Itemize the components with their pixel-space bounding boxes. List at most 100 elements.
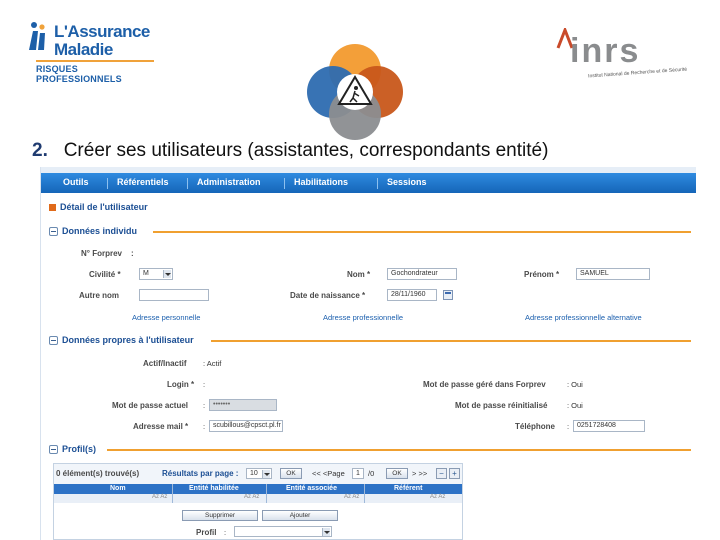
prenom-field[interactable]: SAMUEL (576, 268, 650, 280)
menu-separator (107, 178, 108, 189)
menu-bar: Outils Référentiels Administration Habil… (41, 173, 696, 193)
actif-value: : Actif (203, 359, 222, 368)
safety-circles-logo (305, 40, 405, 142)
collapse-icon[interactable] (49, 445, 58, 454)
forprev-label: N° Forprev (81, 249, 122, 258)
nom-field[interactable]: Gochondrateur (387, 268, 457, 280)
profil-label: Profil (196, 528, 217, 537)
inrs-wordmark: inrs (570, 32, 641, 70)
per-page-ok-button[interactable]: OK (280, 468, 302, 479)
naissance-label: Date de naissance * (290, 291, 366, 300)
tel-separator: : (567, 422, 570, 431)
reset-icon[interactable]: − (436, 468, 447, 479)
reinit-label: Mot de passe réinitialisé (455, 401, 548, 410)
chevron-down-icon (262, 470, 270, 478)
detail-title: Détail de l'utilisateur (60, 202, 148, 212)
sort-entite-habilitee[interactable]: Az Az (244, 494, 259, 500)
section-divider (211, 340, 691, 342)
column-divider (364, 484, 365, 503)
sort-nom[interactable]: Az Az (152, 494, 167, 500)
inrs-logo: inrs Institut National de Recherche et d… (548, 22, 698, 82)
naissance-field[interactable]: 28/11/1960 (387, 289, 437, 301)
chevron-down-icon (322, 528, 330, 536)
login-label: Login * (167, 380, 195, 389)
mdp-field[interactable]: ••••••• (209, 399, 277, 411)
nom-label: Nom * (347, 270, 371, 279)
profil-select[interactable] (234, 526, 332, 537)
collapse-icon[interactable] (49, 336, 58, 345)
link-adresse-professionnelle[interactable]: Adresse professionnelle (323, 313, 403, 322)
page-total: /0 (368, 469, 375, 478)
reinit-value-text: Oui (571, 401, 583, 410)
section-divider (107, 449, 691, 451)
col-nom[interactable]: Nom (110, 485, 126, 492)
results-count: 0 élément(s) trouvé(s) (56, 469, 140, 478)
profils-table: 0 élément(s) trouvé(s) Résultats par pag… (53, 463, 463, 540)
civilite-select[interactable]: M (139, 268, 173, 280)
logo-text-line2: Maladie (54, 40, 113, 59)
actif-value-text: Actif (206, 359, 222, 368)
mail-separator: : (203, 422, 206, 431)
section-user-title: Données propres à l'utilisateur (62, 335, 194, 345)
actif-label: Actif/Inactif (143, 359, 187, 368)
mdp-separator: : (203, 401, 206, 410)
link-adresse-personnelle[interactable]: Adresse personnelle (132, 313, 200, 322)
logo-divider (36, 60, 154, 62)
link-adresse-alternative[interactable]: Adresse professionnelle alternative (525, 313, 642, 322)
sort-referent[interactable]: Az Az (430, 494, 445, 500)
mdp-label: Mot de passe actuel (112, 401, 189, 410)
page-input[interactable]: 1 (352, 468, 364, 479)
sort-entite-associee[interactable]: Az Az (344, 494, 359, 500)
col-referent[interactable]: Référent (394, 485, 422, 492)
menu-separator (377, 178, 378, 189)
page-ok-button[interactable]: OK (386, 468, 408, 479)
section-divider (153, 231, 691, 233)
menu-outils[interactable]: Outils (63, 177, 89, 187)
col-entite-associee[interactable]: Entité associée (286, 485, 337, 492)
menu-administration[interactable]: Administration (197, 177, 261, 187)
gere-value-text: Oui (571, 380, 583, 389)
slide-title-number: 2. (32, 140, 48, 161)
column-divider (266, 484, 267, 503)
reinit-value: : Oui (567, 401, 583, 410)
menu-separator (284, 178, 285, 189)
calendar-icon[interactable] (443, 290, 453, 300)
supprimer-button[interactable]: Supprimer (182, 510, 258, 521)
column-divider (172, 484, 173, 503)
autre-nom-field[interactable] (139, 289, 209, 301)
page-next-nav[interactable]: > >> (412, 469, 427, 478)
logo-text-line1: L'Assurance (54, 22, 150, 41)
slide-title-text: Créer ses utilisateurs (assistantes, cor… (63, 140, 549, 161)
menu-referentiels[interactable]: Référentiels (117, 177, 169, 187)
prenom-label: Prénom * (524, 270, 560, 279)
assurance-maladie-logo: L'Assurance Maladie RISQUES PROFESSIONNE… (26, 18, 156, 84)
per-page-label: Résultats par page : (162, 469, 239, 478)
people-icon (29, 22, 45, 50)
profil-separator: : (224, 528, 227, 537)
chevron-down-icon (163, 270, 171, 278)
civilite-label: Civilité * (89, 270, 121, 279)
per-page-value: 10 (250, 470, 258, 477)
forprev-separator: : (131, 249, 134, 258)
tel-label: Téléphone (515, 422, 556, 431)
menu-sessions[interactable]: Sessions (387, 177, 427, 187)
col-entite-habilitee[interactable]: Entité habilitée (189, 485, 239, 492)
per-page-select[interactable]: 10 (246, 468, 272, 479)
menu-separator (187, 178, 188, 189)
slide-title: 2. Créer ses utilisateurs (assistantes, … (32, 140, 548, 162)
mail-field[interactable]: scubillous@cpsct.pl.fr (209, 420, 283, 432)
collapse-icon[interactable] (49, 227, 58, 236)
page-prev-nav[interactable]: << <Page (312, 469, 345, 478)
mail-label: Adresse mail * (133, 422, 189, 431)
ajouter-button[interactable]: Ajouter (262, 510, 338, 521)
tel-field[interactable]: 0251728408 (573, 420, 645, 432)
pagination-bar: 0 élément(s) trouvé(s) Résultats par pag… (54, 464, 462, 484)
autre-nom-label: Autre nom (79, 291, 119, 300)
app-window: Outils Référentiels Administration Habil… (40, 167, 696, 540)
gere-value: : Oui (567, 380, 583, 389)
menu-habilitations[interactable]: Habilitations (294, 177, 348, 187)
gere-label: Mot de passe géré dans Forprev (423, 380, 546, 389)
add-icon[interactable]: + (449, 468, 460, 479)
login-separator: : (203, 380, 206, 389)
logo-text-line3: RISQUES PROFESSIONNELS (36, 64, 122, 84)
